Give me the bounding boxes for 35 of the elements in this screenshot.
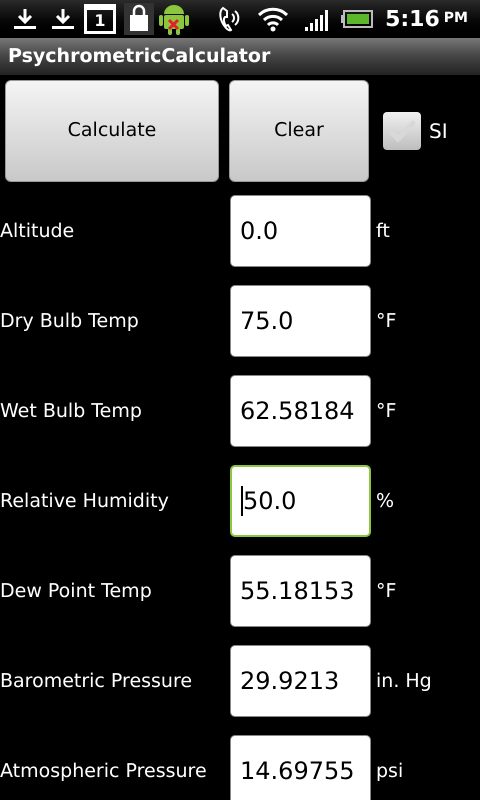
phone-icon [217, 5, 242, 33]
field-label: Dew Point Temp [0, 578, 153, 604]
unit-label: psi [376, 758, 404, 784]
download-icon [50, 7, 76, 31]
battery-icon [341, 10, 374, 28]
field-label: Atmospheric Pressure [0, 758, 208, 784]
unit-label: °F [376, 308, 396, 334]
field-label: Relative Humidity [0, 488, 170, 514]
clock-ampm: PM [444, 9, 468, 28]
window-title: PsychrometricCalculator [8, 44, 270, 70]
field-label: Wet Bulb Temp [0, 398, 143, 424]
field-label: Barometric Pressure [0, 668, 194, 694]
unit-label: % [376, 488, 394, 514]
field-label: Altitude [0, 218, 76, 244]
unit-label: ft [376, 218, 390, 244]
input-field[interactable]: 14.69755 [230, 735, 371, 800]
wifi-icon [257, 6, 290, 32]
input-field[interactable]: 62.58184 [230, 375, 371, 447]
field-label: Dry Bulb Temp [0, 308, 140, 334]
signal-icon [305, 7, 330, 31]
unit-label: °F [376, 398, 396, 424]
input-field[interactable]: 75.0 [230, 285, 371, 357]
input-field[interactable]: 50.0 [230, 465, 371, 537]
clock-time: 5:16 [385, 6, 440, 34]
calculate-button[interactable]: Calculate [5, 80, 219, 182]
unit-label: in. Hg [376, 668, 432, 694]
input-field[interactable]: 0.0 [230, 195, 371, 267]
input-field[interactable]: 55.18153 [230, 555, 371, 627]
unit-label: °F [376, 578, 396, 604]
input-field[interactable]: 29.9213 [230, 645, 371, 717]
download-icon [12, 7, 38, 31]
si-label: SI [429, 118, 448, 144]
si-checkbox[interactable] [383, 112, 421, 150]
android-robot-icon [158, 2, 190, 36]
clear-button[interactable]: Clear [229, 80, 369, 182]
